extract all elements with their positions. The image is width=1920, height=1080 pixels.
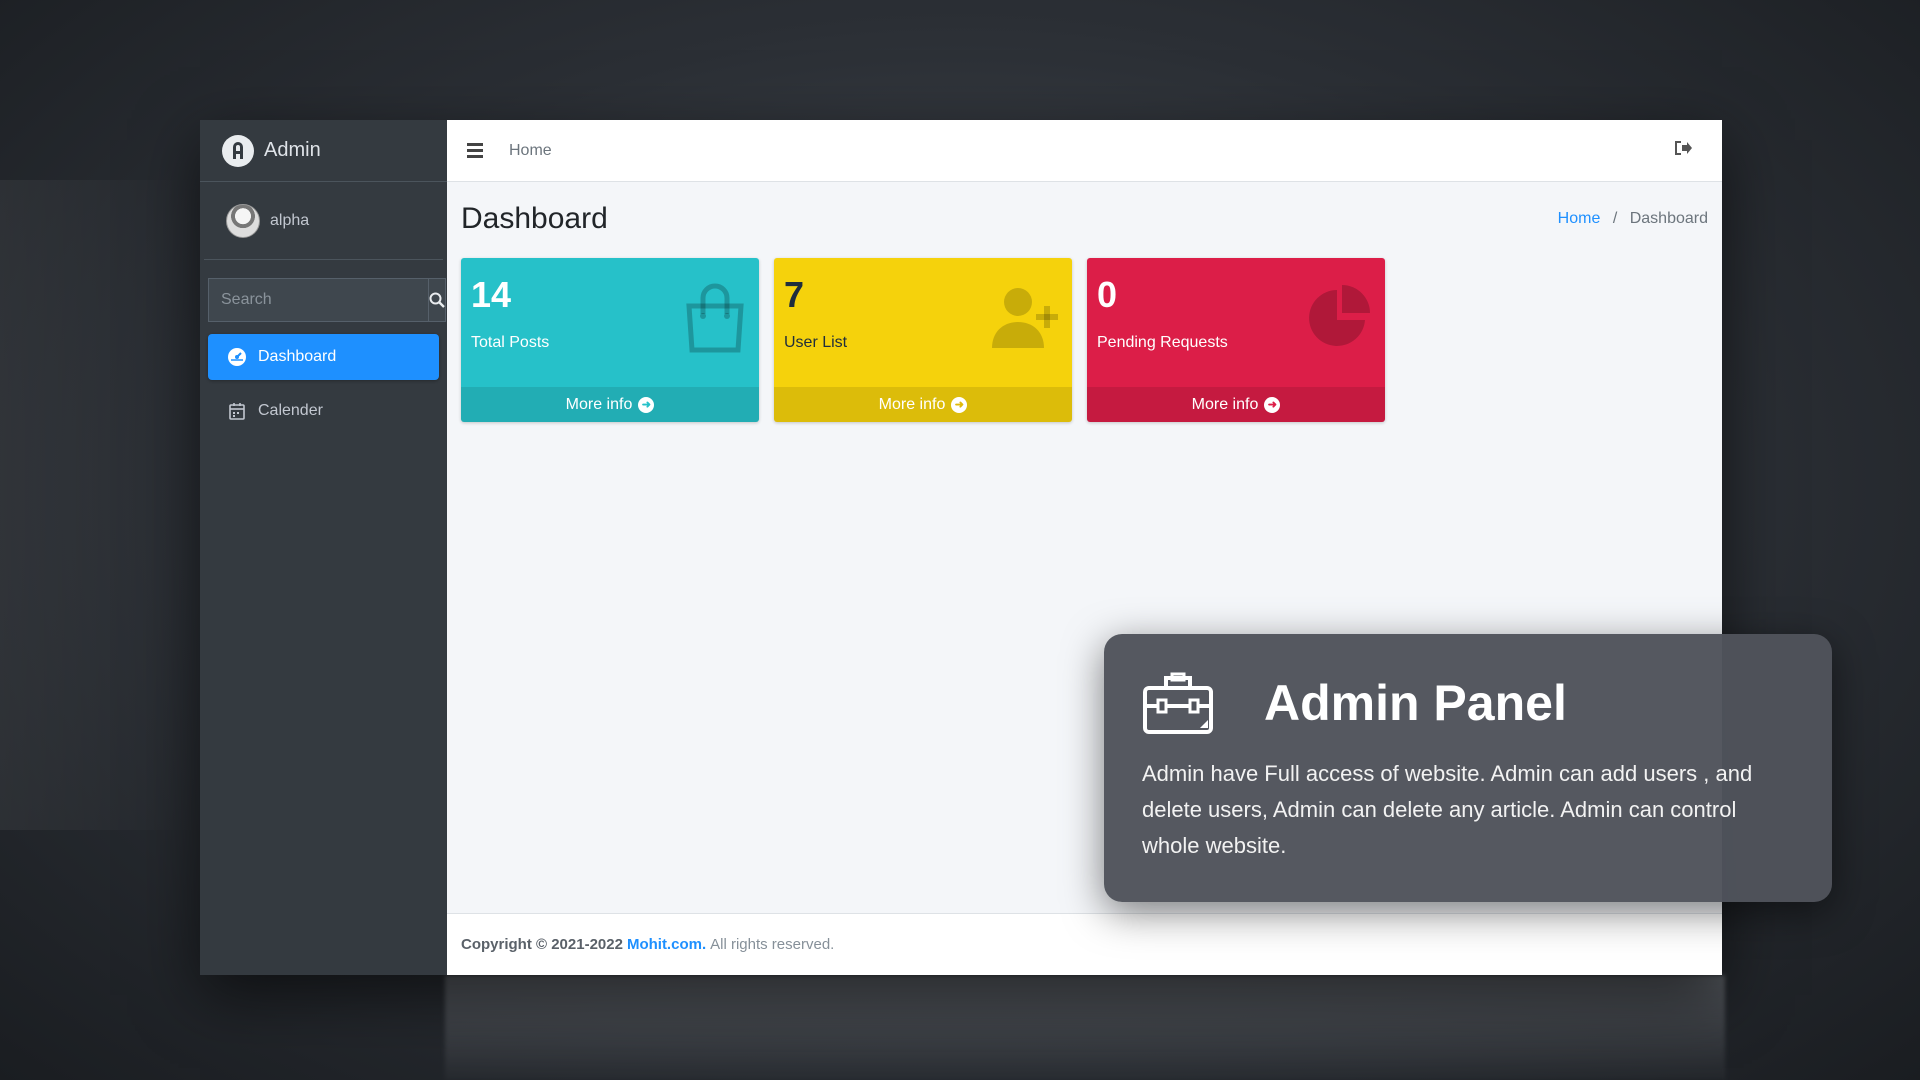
info-card-description: Admin have Full access of website. Admin… [1142,761,1753,858]
search-icon [429,292,445,308]
total-posts-box: 14 Total Posts More info ➜ [461,258,759,422]
user-list-box: 7 User List More info ➜ [774,258,1072,422]
brand-name: Admin [264,139,321,161]
dashboard-icon [226,346,248,368]
arrow-circle-right-icon: ➜ [951,396,968,413]
toolbox-icon [1142,670,1214,736]
page-title: Dashboard [461,202,608,235]
logout-icon[interactable] [1674,140,1692,161]
breadcrumb-current: Dashboard [1629,210,1708,227]
admin-panel-info-card: Admin Panel Admin have Full access of we… [1104,634,1832,902]
copyright-text: Copyright © 2021-2022 [461,936,623,953]
more-info-link[interactable]: More info ➜ [774,387,1072,422]
sidebar-item-label: Calender [258,402,323,419]
content-header: Dashboard Home / Dashboard [461,202,1708,236]
sidebar-item-dashboard[interactable]: Dashboard [208,334,439,380]
pie-chart-icon [1307,282,1373,353]
more-info-link[interactable]: More info ➜ [461,387,759,422]
user-plus-icon [988,282,1060,357]
box-label: Total Posts [471,334,550,351]
background-light [0,180,200,830]
box-label: Pending Requests [1097,334,1228,351]
box-value: 14 [471,274,512,315]
box-value: 7 [784,274,805,315]
breadcrumb-home-link[interactable]: Home [1558,210,1601,227]
menu-toggle-icon[interactable] [467,140,483,161]
arrow-circle-right-icon: ➜ [638,396,655,413]
search-button[interactable] [428,278,446,322]
site-footer: Copyright © 2021-2022 Mohit.com. All rig… [447,913,1722,975]
stat-boxes: 14 Total Posts More info ➜ 7 User List M… [461,258,1708,422]
shopping-bag-icon [683,282,747,359]
pending-requests-box: 0 Pending Requests More info ➜ [1087,258,1385,422]
user-name: alpha [270,211,310,229]
arrow-circle-right-icon: ➜ [1264,396,1281,413]
more-info-label: More info [878,395,946,413]
avatar [226,203,260,238]
info-card-title: Admin Panel [1264,675,1567,731]
calendar-icon [226,400,248,422]
brand-logo-icon [222,134,254,167]
box-label: User List [784,334,848,351]
sidebar-item-calender[interactable]: Calender [208,388,439,434]
breadcrumb-separator: / [1612,210,1618,227]
rights-text: All rights reserved. [710,936,835,953]
more-info-link[interactable]: More info ➜ [1087,387,1385,422]
brand[interactable]: Admin [200,120,447,182]
breadcrumb: Home / Dashboard [1558,210,1708,228]
top-navbar: Home [447,120,1722,182]
more-info-label: More info [565,395,633,413]
sidebar: Admin alpha Dashboard Calender [200,120,447,975]
user-panel[interactable]: alpha [204,182,443,260]
info-card-header: Admin Panel [1142,670,1794,736]
more-info-label: More info [1191,395,1259,413]
window-reflection [445,975,1725,1080]
sidebar-search [208,278,446,322]
footer-site-link[interactable]: Mohit.com. [627,936,706,953]
search-input[interactable] [208,278,428,322]
topbar-home-link[interactable]: Home [509,142,552,160]
sidebar-item-label: Dashboard [258,348,337,365]
box-value: 0 [1097,274,1118,315]
